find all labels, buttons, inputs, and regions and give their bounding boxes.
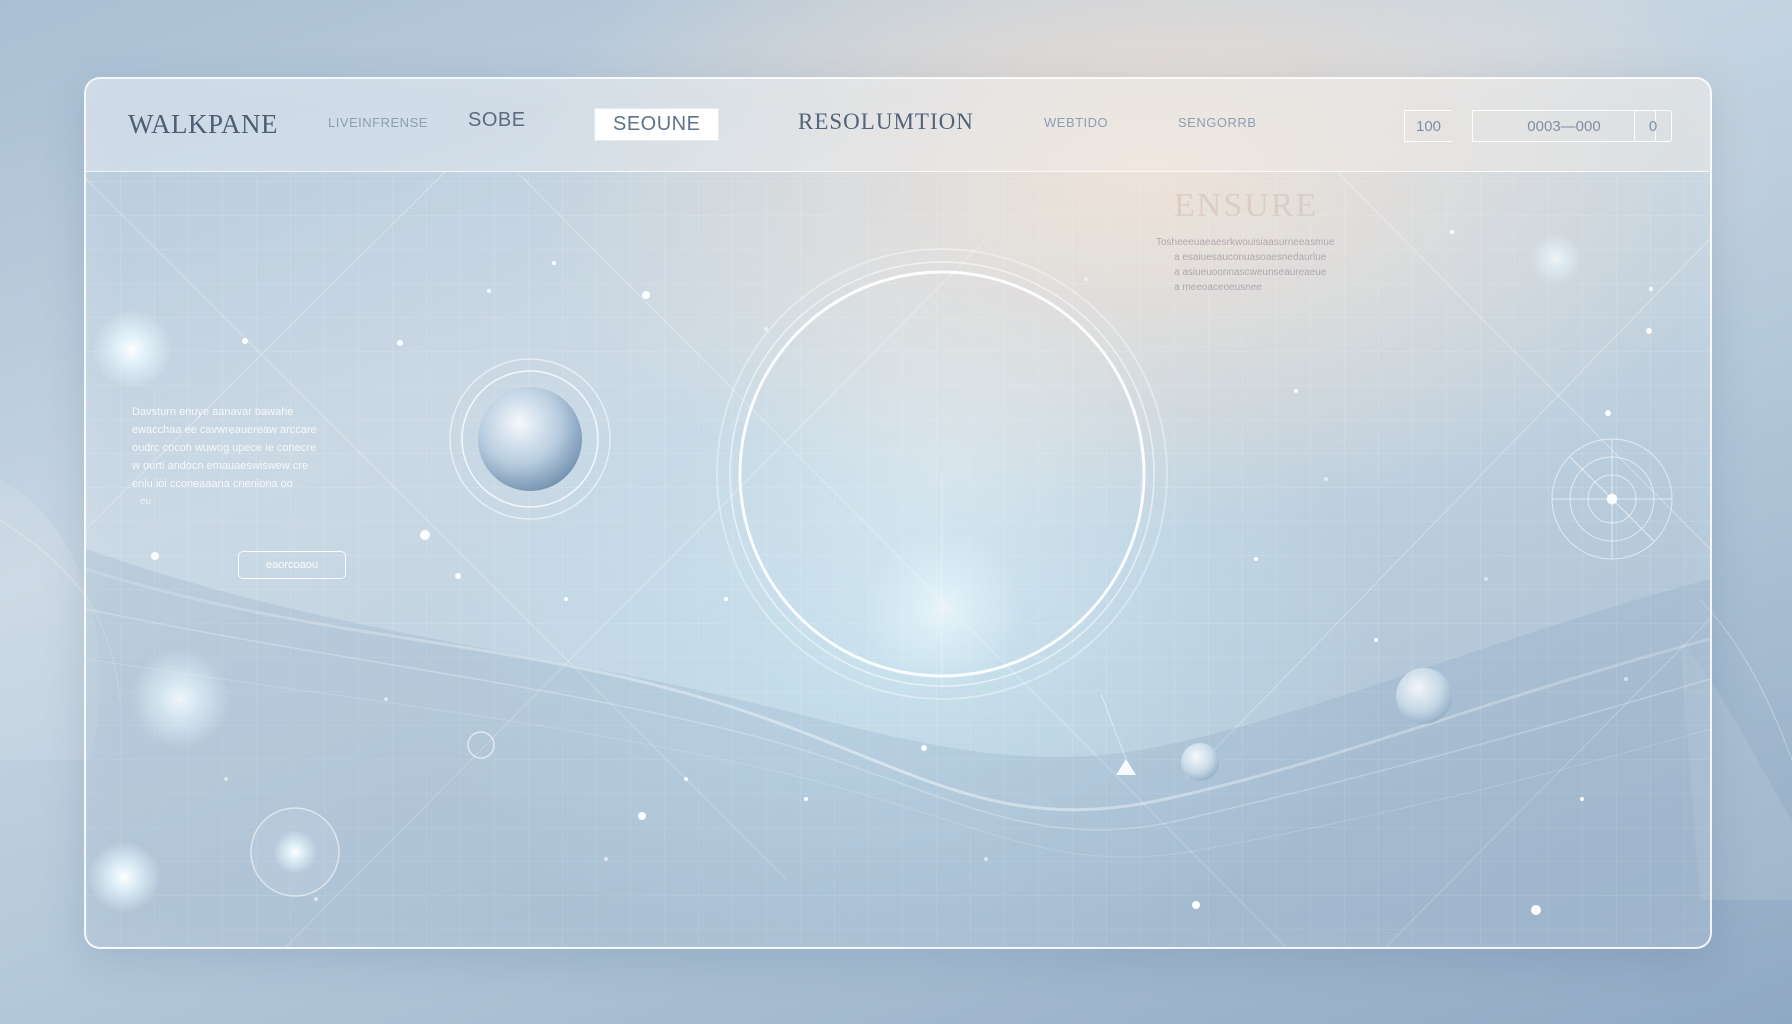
left-text-line: eu — [140, 496, 152, 507]
nav-item-4[interactable]: RESOLUMTION — [798, 109, 974, 135]
right-text-line: a asiueuoonnascweunseaureaeue — [1174, 267, 1327, 278]
panel-decoration — [86, 170, 1710, 947]
right-text-line: Tosheeeuaeaesrkwouisiaasurneeasmue — [1156, 237, 1335, 248]
left-text-line: enlu ioi cconeaaana cneniona oo — [132, 478, 293, 490]
brand-logo[interactable]: WALKPANE — [128, 109, 278, 140]
right-heading: ENSURE — [1174, 187, 1319, 224]
left-text-line: w ourti andocn emauaeswiswew cre — [132, 460, 309, 472]
top-nav-bar: WALKPANE LIVEINFRENSE SOBE SEOUNE RESOLU… — [86, 79, 1710, 172]
main-panel: WALKPANE LIVEINFRENSE SOBE SEOUNE RESOLU… — [84, 77, 1712, 949]
left-cta-button[interactable]: eaorcoaou — [238, 551, 346, 579]
right-text-block: ENSURE Tosheeeuaeaesrkwouisiaasurneeasmu… — [1156, 187, 1386, 295]
nav-item-1[interactable]: LIVEINFRENSE — [328, 115, 428, 130]
top-field-3[interactable]: 0 — [1634, 110, 1672, 142]
left-text-block: Davsturn enuye aanavar bawahe ewacchaa e… — [132, 403, 402, 511]
left-text-line: oudrc cocoh wuwog upece ie conecre — [132, 442, 317, 454]
nav-item-2[interactable]: SOBE — [468, 109, 526, 132]
nav-item-3-active[interactable]: SEOUNE — [594, 108, 720, 141]
right-text-line: a meeoaceoeusnee — [1174, 282, 1262, 293]
left-text-line: ewacchaa ee cavwreauereaw arccare — [132, 424, 317, 436]
left-text-line: Davsturn enuye aanavar bawahe — [132, 406, 294, 418]
right-text-line: a esaiuesauconuasoaesnedaurlue — [1174, 252, 1327, 263]
nav-item-6[interactable]: SENGORRB — [1178, 115, 1256, 130]
top-field-1[interactable]: 100 — [1404, 110, 1452, 142]
top-field-2[interactable]: 0003—000 — [1472, 110, 1656, 142]
nav-item-5[interactable]: WEBTIDO — [1044, 115, 1108, 130]
